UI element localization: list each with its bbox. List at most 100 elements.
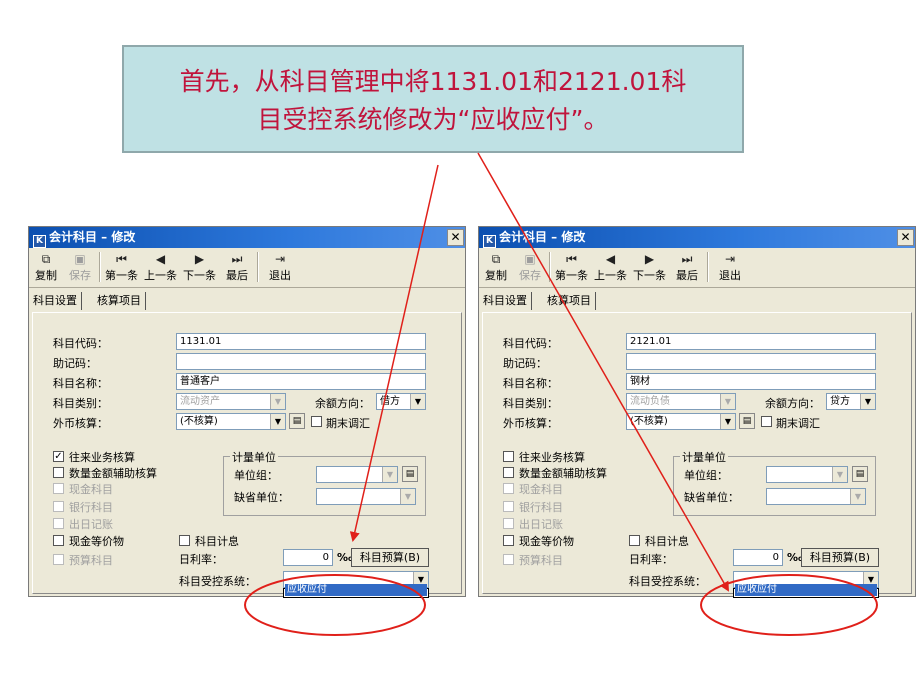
daily-rate-label: 日利率： bbox=[629, 553, 673, 566]
window-title: 会计科目 – 修改 bbox=[49, 230, 136, 244]
code-field[interactable]: 1131.01 bbox=[176, 333, 426, 350]
toolbar-separator bbox=[549, 252, 551, 282]
chevron-down-icon: ▼ bbox=[720, 414, 735, 429]
check-1[interactable] bbox=[503, 467, 514, 478]
category-select[interactable]: 流动负债 ▼ bbox=[626, 393, 736, 410]
default-unit-select[interactable]: ▼ bbox=[766, 488, 866, 505]
settings-panel: 科目代码： 2121.01 助记码： 科目名称： 钢材 科目类别： 流动负债 ▼ … bbox=[482, 312, 912, 598]
currency-label: 外币核算： bbox=[503, 417, 558, 430]
period-end-checkbox[interactable] bbox=[311, 416, 322, 427]
check-3[interactable] bbox=[503, 501, 514, 512]
chevron-down-icon: ▼ bbox=[270, 414, 285, 429]
last-icon: ⏭ bbox=[681, 252, 693, 266]
tab-account-settings[interactable]: 科目设置 bbox=[479, 292, 532, 310]
unit-group-lookup-button[interactable]: ▤ bbox=[852, 466, 868, 482]
default-unit-select[interactable]: ▼ bbox=[316, 488, 416, 505]
daily-rate-field[interactable]: 0 bbox=[283, 549, 333, 566]
first-record-button[interactable]: ⏮ 第一条 bbox=[105, 251, 138, 283]
currency-lookup-button[interactable]: ▤ bbox=[289, 413, 305, 429]
check-6[interactable] bbox=[53, 554, 64, 565]
unit-group-select[interactable]: ▼ bbox=[316, 466, 398, 483]
save-icon: ▣ bbox=[524, 252, 536, 266]
interest-checkbox[interactable] bbox=[179, 535, 190, 546]
copy-button[interactable]: ⧉ 复制 bbox=[35, 251, 57, 283]
check-5[interactable] bbox=[503, 535, 514, 546]
check-2[interactable] bbox=[53, 483, 64, 494]
save-icon: ▣ bbox=[74, 252, 86, 266]
exit-button[interactable]: ⇥ 退出 bbox=[269, 251, 291, 283]
check-0[interactable]: ✓ bbox=[53, 451, 64, 462]
mnemonic-field[interactable] bbox=[626, 353, 876, 370]
next-record-button[interactable]: ▶ 下一条 bbox=[183, 251, 216, 283]
prev-record-button[interactable]: ◀ 上一条 bbox=[594, 251, 627, 283]
balance-direction-select[interactable]: 贷方 ▼ bbox=[826, 393, 876, 410]
next-record-button[interactable]: ▶ 下一条 bbox=[633, 251, 666, 283]
lookup-icon: ▤ bbox=[742, 416, 752, 426]
balance-direction-select[interactable]: 借方 ▼ bbox=[376, 393, 426, 410]
first-record-button[interactable]: ⏮ 第一条 bbox=[555, 251, 588, 283]
code-field[interactable]: 2121.01 bbox=[626, 333, 876, 350]
toolbar-separator bbox=[99, 252, 101, 282]
check-4[interactable] bbox=[53, 518, 64, 529]
check-2[interactable] bbox=[503, 483, 514, 494]
check-6[interactable] bbox=[503, 554, 514, 565]
account-edit-window-1131: K 会计科目 – 修改 ✕ ⧉ 复制 ▣ 保存 ⏮ 第一条 ◀ 上一条 ▶ 下一条 ⏭ 最后 … bbox=[28, 226, 466, 598]
window-titlebar[interactable]: K 会计科目 – 修改 ✕ bbox=[29, 227, 465, 248]
copy-button[interactable]: ⧉ 复制 bbox=[485, 251, 507, 283]
check-1[interactable] bbox=[53, 467, 64, 478]
toolbar: ⧉ 复制 ▣ 保存 ⏮ 第一条 ◀ 上一条 ▶ 下一条 ⏭ 最后 ⇥ 退出 bbox=[29, 248, 465, 288]
controlled-system-label: 科目受控系统： bbox=[179, 575, 256, 588]
category-select[interactable]: 流动资产 ▼ bbox=[176, 393, 286, 410]
check-label-1: 数量金额辅助核算 bbox=[519, 467, 607, 480]
save-button[interactable]: ▣ 保存 bbox=[519, 251, 541, 283]
interest-label: 科目计息 bbox=[645, 535, 689, 548]
unit-group-select[interactable]: ▼ bbox=[766, 466, 848, 483]
close-button[interactable]: ✕ bbox=[897, 229, 914, 246]
currency-select[interactable]: (不核算) ▼ bbox=[626, 413, 736, 430]
tab-account-settings[interactable]: 科目设置 bbox=[29, 292, 82, 310]
check-5[interactable] bbox=[53, 535, 64, 546]
last-record-button[interactable]: ⏭ 最后 bbox=[676, 251, 698, 283]
settings-panel: 科目代码： 1131.01 助记码： 科目名称： 普通客户 科目类别： 流动资产… bbox=[32, 312, 462, 598]
close-button[interactable]: ✕ bbox=[447, 229, 464, 246]
toolbar-separator bbox=[707, 252, 709, 282]
check-3[interactable] bbox=[53, 501, 64, 512]
exit-icon: ⇥ bbox=[274, 252, 286, 266]
option-receivable-payable[interactable]: 应收应付 bbox=[735, 584, 877, 596]
account-budget-button[interactable]: 科目预算(B) bbox=[351, 548, 429, 567]
name-field[interactable]: 钢材 bbox=[626, 373, 876, 390]
check-label-5: 现金等价物 bbox=[69, 535, 124, 548]
unit-group-lookup-button[interactable]: ▤ bbox=[402, 466, 418, 482]
check-label-3: 银行科目 bbox=[519, 501, 563, 514]
last-record-button[interactable]: ⏭ 最后 bbox=[226, 251, 248, 283]
tab-accounting-items[interactable]: 核算项目 bbox=[543, 292, 596, 310]
account-budget-button[interactable]: 科目预算(B) bbox=[801, 548, 879, 567]
save-button[interactable]: ▣ 保存 bbox=[69, 251, 91, 283]
check-label-0: 往来业务核算 bbox=[519, 451, 585, 464]
prev-icon: ◀ bbox=[155, 252, 166, 266]
controlled-system-options: 应收应付 bbox=[283, 584, 429, 598]
mnemonic-field[interactable] bbox=[176, 353, 426, 370]
name-field[interactable]: 普通客户 bbox=[176, 373, 426, 390]
close-icon: ✕ bbox=[900, 230, 911, 244]
currency-lookup-button[interactable]: ▤ bbox=[739, 413, 755, 429]
check-4[interactable] bbox=[503, 518, 514, 529]
check-0[interactable] bbox=[503, 451, 514, 462]
window-titlebar[interactable]: K 会计科目 – 修改 ✕ bbox=[479, 227, 915, 248]
code-label: 科目代码： bbox=[53, 337, 108, 350]
unit-group-title: 计量单位 bbox=[230, 449, 278, 465]
exit-icon: ⇥ bbox=[724, 252, 736, 266]
option-receivable-payable[interactable]: 应收应付 bbox=[285, 584, 427, 596]
daily-rate-field[interactable]: 0 bbox=[733, 549, 783, 566]
balance-direction-label: 余额方向： bbox=[315, 397, 370, 410]
currency-select[interactable]: (不核算) ▼ bbox=[176, 413, 286, 430]
tab-accounting-items[interactable]: 核算项目 bbox=[93, 292, 146, 310]
first-icon: ⏮ bbox=[116, 252, 127, 266]
interest-checkbox[interactable] bbox=[629, 535, 640, 546]
next-icon: ▶ bbox=[194, 252, 205, 266]
prev-record-button[interactable]: ◀ 上一条 bbox=[144, 251, 177, 283]
exit-button[interactable]: ⇥ 退出 bbox=[719, 251, 741, 283]
unit-group-title: 计量单位 bbox=[680, 449, 728, 465]
check-label-6: 预算科目 bbox=[69, 554, 113, 567]
period-end-checkbox[interactable] bbox=[761, 416, 772, 427]
